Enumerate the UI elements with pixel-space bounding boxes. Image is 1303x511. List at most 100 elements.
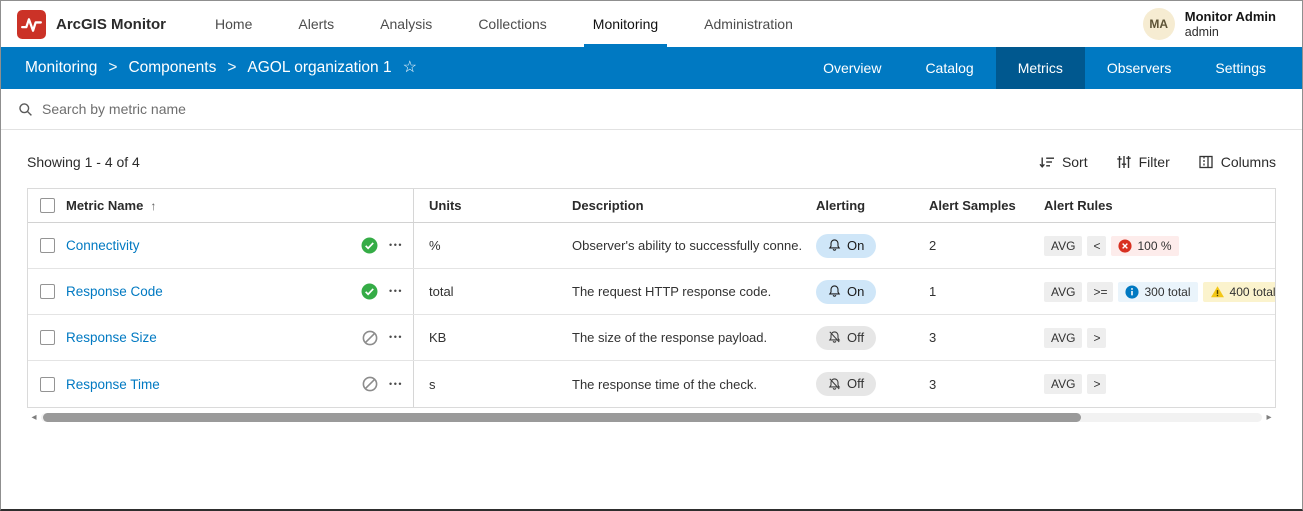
breadcrumb-components[interactable]: Components bbox=[128, 59, 216, 77]
select-all-checkbox[interactable] bbox=[40, 198, 55, 213]
scrollbar-thumb[interactable] bbox=[43, 413, 1081, 422]
row-checkbox-cell bbox=[28, 223, 66, 268]
tab-catalog[interactable]: Catalog bbox=[903, 47, 995, 89]
sort-button[interactable]: Sort bbox=[1039, 154, 1088, 170]
avatar[interactable]: MA bbox=[1143, 8, 1175, 40]
metric-link[interactable]: Response Size bbox=[66, 330, 157, 345]
table-row: Response Code ••• total The request HTTP… bbox=[28, 269, 1275, 315]
nav-item-monitoring[interactable]: Monitoring bbox=[570, 1, 681, 47]
result-count: Showing 1 - 4 of 4 bbox=[27, 154, 140, 170]
info-threshold-chip: 300 total bbox=[1118, 282, 1197, 302]
status-disabled-icon bbox=[362, 330, 378, 346]
tab-observers[interactable]: Observers bbox=[1085, 47, 1194, 89]
alert-samples-cell: 3 bbox=[914, 315, 1029, 360]
table-header-row: Metric Name ↑ Units Description Alerting… bbox=[28, 189, 1275, 223]
header-description: Description bbox=[557, 189, 801, 222]
row-status-group: ••• bbox=[362, 376, 403, 392]
row-actions-button[interactable]: ••• bbox=[389, 285, 403, 298]
header-units: Units bbox=[414, 189, 557, 222]
header-alerting: Alerting bbox=[801, 189, 914, 222]
breadcrumb-monitoring[interactable]: Monitoring bbox=[25, 59, 97, 77]
nav-item-administration[interactable]: Administration bbox=[681, 1, 816, 47]
metric-link[interactable]: Response Time bbox=[66, 377, 160, 392]
critical-threshold-chip: 100 % bbox=[1111, 236, 1178, 256]
row-status-group: ••• bbox=[361, 237, 403, 254]
table-toolbar: Showing 1 - 4 of 4 Sort Filter bbox=[27, 149, 1276, 175]
favorite-star-icon[interactable]: ☆ bbox=[403, 60, 417, 76]
alerting-cell: Off bbox=[801, 315, 914, 360]
tab-settings[interactable]: Settings bbox=[1193, 47, 1288, 89]
row-actions-button[interactable]: ••• bbox=[389, 331, 403, 344]
row-actions-button[interactable]: ••• bbox=[389, 378, 403, 391]
ellipsis-icon: ••• bbox=[389, 240, 403, 250]
search-input[interactable] bbox=[42, 101, 462, 117]
bell-icon bbox=[828, 238, 841, 252]
row-checkbox[interactable] bbox=[40, 238, 55, 253]
warning-threshold-chip: 400 total bbox=[1203, 282, 1275, 302]
ellipsis-icon: ••• bbox=[389, 379, 403, 389]
units-cell: total bbox=[414, 269, 557, 314]
alerting-toggle[interactable]: On bbox=[816, 280, 876, 304]
content: Showing 1 - 4 of 4 Sort Filter bbox=[1, 130, 1302, 509]
metric-name-cell: Response Code ••• bbox=[66, 269, 414, 314]
description-cell: Observer's ability to successfully conne… bbox=[557, 223, 801, 268]
metric-link[interactable]: Response Code bbox=[66, 284, 163, 299]
tab-overview[interactable]: Overview bbox=[801, 47, 903, 89]
row-checkbox[interactable] bbox=[40, 330, 55, 345]
scrollbar-track[interactable] bbox=[41, 413, 1262, 422]
table-row: Connectivity ••• % Observer's ability to… bbox=[28, 223, 1275, 269]
nav-item-analysis[interactable]: Analysis bbox=[357, 1, 455, 47]
nav-item-collections[interactable]: Collections bbox=[455, 1, 569, 47]
filter-button[interactable]: Filter bbox=[1116, 154, 1170, 170]
row-checkbox-cell bbox=[28, 269, 66, 314]
metric-name-cell: Response Time ••• bbox=[66, 361, 414, 407]
metric-name-cell: Response Size ••• bbox=[66, 315, 414, 360]
top-nav: Home Alerts Analysis Collections Monitor… bbox=[192, 1, 816, 47]
search-bar bbox=[1, 89, 1302, 130]
columns-icon bbox=[1198, 154, 1214, 170]
breadcrumb-current-component: AGOL organization 1 bbox=[247, 59, 391, 77]
top-bar: ArcGIS Monitor Home Alerts Analysis Coll… bbox=[1, 1, 1302, 47]
scroll-right-icon[interactable]: ▸ bbox=[1262, 413, 1276, 423]
header-metric-name[interactable]: Metric Name ↑ bbox=[66, 189, 414, 222]
tab-metrics[interactable]: Metrics bbox=[996, 47, 1085, 89]
user-name: Monitor Admin bbox=[1185, 9, 1276, 25]
operator-chip: > bbox=[1087, 328, 1106, 348]
operator-chip: > bbox=[1087, 374, 1106, 394]
alert-rules-cell: AVG < 100 % bbox=[1029, 223, 1275, 268]
row-status-group: ••• bbox=[361, 283, 403, 300]
alerting-cell: On bbox=[801, 269, 914, 314]
alerting-state-label: Off bbox=[847, 330, 864, 345]
row-checkbox[interactable] bbox=[40, 284, 55, 299]
row-actions-button[interactable]: ••• bbox=[389, 239, 403, 252]
metric-name-cell: Connectivity ••• bbox=[66, 223, 414, 268]
page: ArcGIS Monitor Home Alerts Analysis Coll… bbox=[0, 0, 1303, 511]
columns-label: Columns bbox=[1221, 154, 1276, 170]
aggregation-chip: AVG bbox=[1044, 236, 1082, 256]
nav-item-home[interactable]: Home bbox=[192, 1, 275, 47]
nav-item-alerts[interactable]: Alerts bbox=[275, 1, 357, 47]
user-role: admin bbox=[1185, 25, 1276, 39]
metric-link[interactable]: Connectivity bbox=[66, 238, 140, 253]
columns-button[interactable]: Columns bbox=[1198, 154, 1276, 170]
scroll-left-icon[interactable]: ◂ bbox=[27, 413, 41, 423]
alerting-toggle[interactable]: Off bbox=[816, 326, 876, 350]
alerting-toggle[interactable]: On bbox=[816, 234, 876, 258]
operator-chip: < bbox=[1087, 236, 1106, 256]
warning-icon bbox=[1210, 285, 1225, 299]
header-alert-rules: Alert Rules bbox=[1029, 189, 1275, 222]
info-icon bbox=[1125, 285, 1139, 299]
horizontal-scrollbar: ◂ ▸ bbox=[27, 411, 1276, 424]
alerting-state-label: On bbox=[847, 238, 864, 253]
breadcrumb-separator-icon: > bbox=[108, 59, 117, 77]
units-cell: % bbox=[414, 223, 557, 268]
brand: ArcGIS Monitor bbox=[1, 1, 192, 47]
row-checkbox-cell bbox=[28, 315, 66, 360]
alerting-cell: On bbox=[801, 223, 914, 268]
alerting-toggle[interactable]: Off bbox=[816, 372, 876, 396]
row-checkbox[interactable] bbox=[40, 377, 55, 392]
row-status-group: ••• bbox=[362, 330, 403, 346]
critical-icon bbox=[1118, 239, 1132, 253]
row-checkbox-cell bbox=[28, 361, 66, 407]
sort-ascending-icon: ↑ bbox=[150, 199, 156, 213]
